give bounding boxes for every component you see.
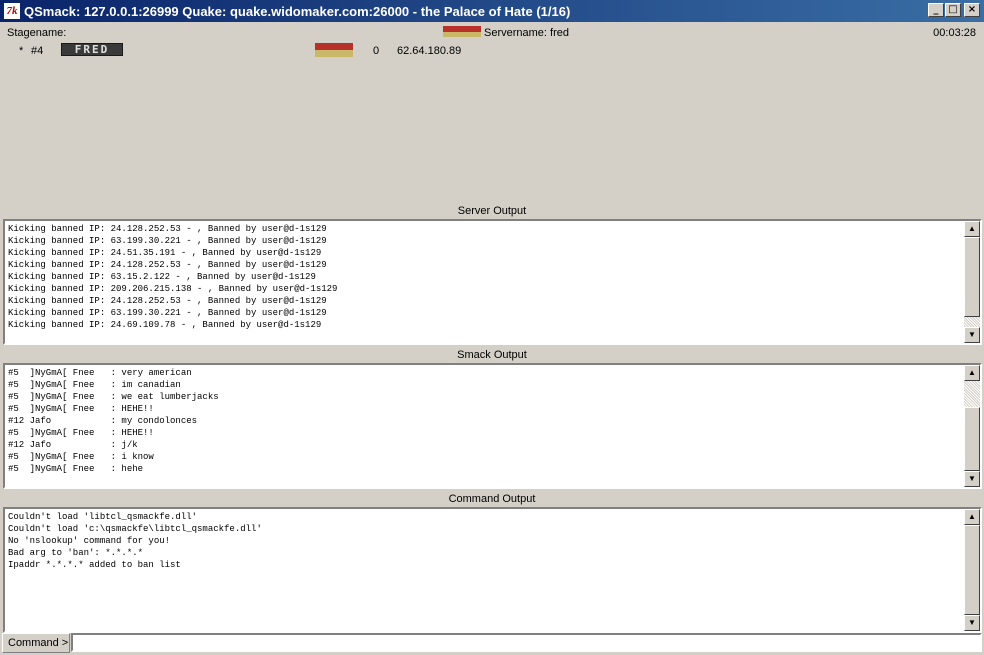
elapsed-timer: 00:03:28 — [933, 27, 976, 39]
output-line: Kicking banned IP: 63.199.30.221 - , Ban… — [8, 236, 327, 246]
server-output-text: Kicking banned IP: 24.128.252.53 - , Ban… — [5, 221, 964, 343]
smack-output-label: Smack Output — [457, 349, 527, 361]
stagename-label: Stagename: — [7, 27, 67, 39]
scroll-down-arrow-icon[interactable]: ▼ — [964, 327, 980, 343]
player-name: FRED — [61, 43, 123, 56]
output-line: Bad arg to 'ban': *.*.*.* — [8, 548, 144, 558]
output-line: #5 ]NyGmA[ Fnee : very american — [8, 368, 192, 378]
scroll-down-arrow-icon[interactable]: ▼ — [964, 615, 980, 631]
command-input[interactable] — [71, 633, 982, 652]
player-color-flag — [315, 43, 353, 57]
output-line: Couldn't load 'c:\qsmackfe\libtcl_qsmack… — [8, 524, 262, 534]
player-slot: #4 — [31, 45, 44, 57]
output-line: #5 ]NyGmA[ Fnee : i know — [8, 452, 154, 462]
server-output-label: Server Output — [457, 205, 527, 217]
output-line: #12 Jafo : j/k — [8, 440, 138, 450]
scroll-up-arrow-icon[interactable]: ▲ — [964, 365, 980, 381]
scroll-thumb[interactable] — [964, 407, 980, 471]
output-line: Kicking banned IP: 63.199.30.221 - , Ban… — [8, 308, 327, 318]
smack-output-text: #5 ]NyGmA[ Fnee : very american #5 ]NyGmA… — [5, 365, 964, 487]
output-line: Couldn't load 'libtcl_qsmackfe.dll' — [8, 512, 198, 522]
close-button[interactable]: × — [964, 3, 980, 17]
maximize-button[interactable]: □ — [945, 3, 961, 17]
output-line: Ipaddr *.*.*.* added to ban list — [8, 560, 181, 570]
smack-output-scrollbar[interactable]: ▲ ▼ — [964, 365, 980, 487]
player-row[interactable]: * #4 FRED 0 62.64.180.89 — [0, 42, 984, 58]
scroll-up-arrow-icon[interactable]: ▲ — [964, 509, 980, 525]
output-line: #5 ]NyGmA[ Fnee : im canadian — [8, 380, 181, 390]
app-icon[interactable]: 7k — [4, 3, 20, 19]
scroll-thumb[interactable] — [964, 237, 980, 317]
output-line: Kicking banned IP: 24.128.252.53 - , Ban… — [8, 296, 327, 306]
output-line: Kicking banned IP: 24.69.109.78 - , Bann… — [8, 320, 322, 330]
player-frags: 0 — [373, 45, 380, 57]
command-output-label: Command Output — [448, 493, 536, 505]
output-line: #5 ]NyGmA[ Fnee : HEHE!! — [8, 404, 154, 414]
servername-label: Servername: fred — [484, 27, 569, 39]
server-output-pane[interactable]: Kicking banned IP: 24.128.252.53 - , Ban… — [3, 219, 982, 345]
player-flag-top — [315, 43, 353, 50]
title-bar: 7k QSmack: 127.0.0.1:26999 Quake: quake.… — [0, 0, 984, 22]
smack-output-pane[interactable]: #5 ]NyGmA[ Fnee : very american #5 ]NyGmA… — [3, 363, 982, 489]
server-flag-bottom — [443, 32, 481, 37]
server-color-flag — [443, 26, 481, 37]
output-line: #5 ]NyGmA[ Fnee : hehe — [8, 464, 144, 474]
output-line: Kicking banned IP: 24.128.252.53 - , Ban… — [8, 260, 327, 270]
output-line: Kicking banned IP: 209.206.215.138 - , B… — [8, 284, 338, 294]
scroll-up-arrow-icon[interactable]: ▲ — [964, 221, 980, 237]
output-line: #12 Jafo : my condolonces — [8, 416, 198, 426]
output-line: Kicking banned IP: 63.15.2.122 - , Banne… — [8, 272, 316, 282]
command-prompt-label: Command > — [2, 633, 70, 653]
player-marker: * — [19, 45, 24, 57]
minimize-button[interactable]: _ — [928, 3, 944, 17]
output-line: #5 ]NyGmA[ Fnee : we eat lumberjacks — [8, 392, 219, 402]
output-line: No 'nslookup' command for you! — [8, 536, 171, 546]
output-line: #5 ]NyGmA[ Fnee : HEHE!! — [8, 428, 154, 438]
scroll-down-arrow-icon[interactable]: ▼ — [964, 471, 980, 487]
server-output-scrollbar[interactable]: ▲ ▼ — [964, 221, 980, 343]
player-ip: 62.64.180.89 — [397, 45, 462, 57]
output-line: Kicking banned IP: 24.128.252.53 - , Ban… — [8, 224, 327, 234]
command-output-scrollbar[interactable]: ▲ ▼ — [964, 509, 980, 631]
command-output-text: Couldn't load 'libtcl_qsmackfe.dll' Could… — [5, 509, 964, 631]
window-controls: _ □ × — [927, 3, 980, 17]
window-title: QSmack: 127.0.0.1:26999 Quake: quake.wid… — [24, 3, 571, 19]
output-line: Kicking banned IP: 24.51.35.191 - , Bann… — [8, 248, 322, 258]
scroll-thumb[interactable] — [964, 525, 980, 615]
command-output-pane[interactable]: Couldn't load 'libtcl_qsmackfe.dll' Could… — [3, 507, 982, 633]
player-flag-bottom — [315, 50, 353, 57]
